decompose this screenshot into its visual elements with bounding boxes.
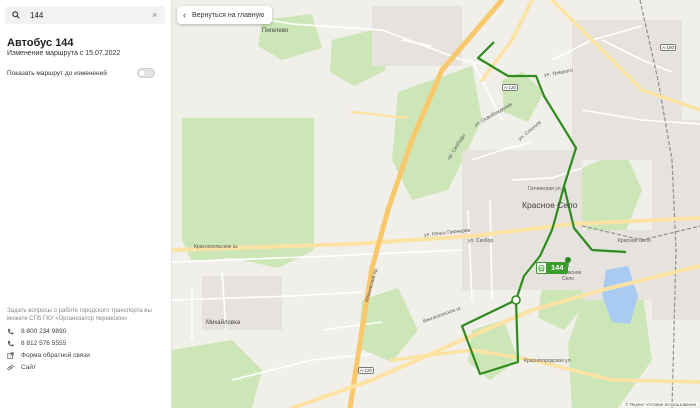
phone-icon bbox=[7, 340, 17, 347]
village-label: Михайловка bbox=[206, 320, 241, 326]
route-title: Автобус 144 bbox=[7, 37, 74, 49]
link-icon bbox=[7, 364, 17, 371]
search-bar[interactable]: × bbox=[5, 6, 165, 24]
external-link-icon bbox=[7, 351, 17, 359]
phone-2-text: 8 812 576 5555 bbox=[21, 339, 67, 347]
street-label: ул. Скобор bbox=[468, 238, 494, 244]
map-canvas[interactable] bbox=[172, 0, 700, 408]
map-view[interactable]: А-120 А-120 А-180 Красное Село Михайловк… bbox=[172, 0, 700, 408]
bus-route-badge[interactable]: 144 bbox=[536, 262, 568, 274]
street-label: Гатчинская ул. bbox=[528, 186, 562, 192]
phone-icon bbox=[7, 328, 17, 335]
station-label: Красное Село bbox=[618, 238, 651, 244]
town-label: Красное Село bbox=[522, 200, 578, 210]
route-panel: × Автобус 144 Изменение маршрута с 15.07… bbox=[0, 0, 172, 408]
bus-number: 144 bbox=[547, 262, 568, 274]
back-to-main-label: Вернуться на главную bbox=[192, 11, 265, 19]
map-copyright[interactable]: © Яндекс Условия использования bbox=[623, 402, 698, 407]
contacts-intro: Задать вопросы о работе городского транс… bbox=[7, 308, 152, 322]
phone-1-text: 8 800 234 9890 bbox=[21, 327, 67, 335]
toggle-knob bbox=[139, 70, 145, 76]
contact-feedback-link[interactable]: Форма обратной связи bbox=[7, 350, 90, 360]
road-shield: А-120 bbox=[502, 84, 519, 91]
contact-site-link[interactable]: Сайт bbox=[7, 362, 36, 372]
village-label: Пигелево bbox=[262, 28, 289, 34]
route-change-note: Изменение маршрута с 15.07.2022 bbox=[7, 50, 121, 57]
site-text: Сайт bbox=[21, 363, 36, 371]
show-old-route-row: Показать маршрут до изменений bbox=[7, 67, 155, 79]
bus-icon bbox=[536, 262, 547, 274]
show-old-route-label: Показать маршрут до изменений bbox=[7, 69, 107, 77]
road-shield: А-120 bbox=[358, 367, 375, 374]
chevron-left-icon: ‹ bbox=[183, 10, 186, 20]
search-input[interactable] bbox=[30, 10, 148, 20]
show-old-route-toggle[interactable] bbox=[137, 68, 155, 78]
contact-phone-2[interactable]: 8 812 576 5555 bbox=[7, 338, 66, 348]
back-to-main-button[interactable]: ‹ Вернуться на главную bbox=[177, 6, 273, 24]
stop-marker bbox=[511, 295, 521, 305]
search-icon bbox=[8, 11, 24, 19]
road-shield: А-180 bbox=[660, 44, 677, 51]
street-label: Красногородская ул. bbox=[524, 358, 572, 364]
feedback-text: Форма обратной связи bbox=[21, 351, 90, 359]
clear-icon[interactable]: × bbox=[152, 10, 157, 20]
street-label: Красносельское ш. bbox=[194, 244, 239, 250]
contact-phone-1[interactable]: 8 800 234 9890 bbox=[7, 326, 66, 336]
